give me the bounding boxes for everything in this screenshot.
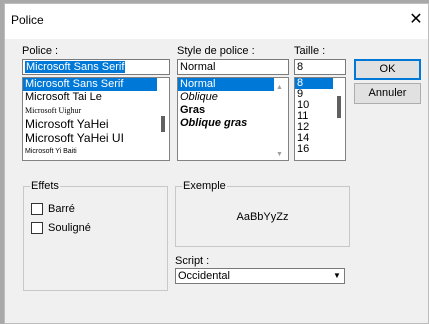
strikeout-checkbox[interactable] <box>31 203 43 215</box>
script-select[interactable]: Occidental ▼ <box>175 268 345 284</box>
style-input[interactable]: Normal <box>177 59 289 75</box>
scroll-down-icon[interactable]: ▼ <box>276 151 283 158</box>
style-list[interactable]: Normal Oblique Gras Oblique gras ▲ ▼ <box>177 77 289 161</box>
style-list-item-oblique-gras[interactable]: Oblique gras <box>178 117 288 130</box>
strikeout-option[interactable]: Barré <box>31 203 151 216</box>
font-dialog: Police ✕ Police : Microsoft Sans Serif M… <box>4 3 429 324</box>
font-list-item-microsoft-yi-baiti[interactable]: Microsoft Yi Baiti <box>23 145 169 158</box>
font-input-text: Microsoft Sans Serif <box>25 61 126 73</box>
style-list-item-oblique[interactable]: Oblique <box>178 91 288 104</box>
font-list-scroll-thumb[interactable] <box>161 116 165 132</box>
style-list-scrollbar[interactable]: ▲ ▼ <box>274 78 288 160</box>
script-label: Script : <box>175 255 210 267</box>
font-list-scrollbar[interactable] <box>157 78 169 160</box>
script-select-value: Occidental <box>178 270 230 282</box>
sample-group: Exemple AaBbYyZz <box>175 180 350 247</box>
underline-label: Souligné <box>48 222 91 234</box>
strikeout-label: Barré <box>48 203 75 215</box>
scroll-up-icon[interactable]: ▲ <box>276 84 283 91</box>
chevron-down-icon[interactable]: ▼ <box>331 270 343 282</box>
sample-text: AaBbYyZz <box>236 211 289 223</box>
close-button[interactable]: ✕ <box>408 11 424 29</box>
size-list-scrollbar[interactable] <box>333 78 345 160</box>
style-list-item-gras[interactable]: Gras <box>178 104 288 117</box>
style-label: Style de police : <box>177 45 255 57</box>
title-bar: Police ✕ <box>5 4 428 39</box>
size-list-scroll-thumb[interactable] <box>337 96 341 118</box>
font-input[interactable]: Microsoft Sans Serif <box>22 59 170 75</box>
font-list-item-microsoft-tai-le[interactable]: Microsoft Tai Le <box>23 91 169 104</box>
effects-group: Effets Barré Souligné <box>23 180 168 291</box>
font-list-item-microsoft-yahei-ui[interactable]: Microsoft YaHei UI <box>23 131 169 145</box>
size-label: Taille : <box>294 45 326 57</box>
font-list[interactable]: Microsoft Sans Serif Microsoft Tai Le Mi… <box>22 77 170 161</box>
size-input[interactable]: 8 <box>294 59 346 75</box>
font-list-item-microsoft-sans-serif[interactable]: Microsoft Sans Serif <box>23 78 169 91</box>
window-title: Police <box>11 13 44 27</box>
size-list[interactable]: 8 9 10 11 12 14 16 <box>294 77 346 161</box>
cancel-button[interactable]: Annuler <box>354 83 421 104</box>
style-list-item-normal[interactable]: Normal <box>178 78 288 91</box>
underline-checkbox[interactable] <box>31 222 43 234</box>
effects-title: Effets <box>30 180 60 192</box>
font-label: Police : <box>22 45 59 57</box>
ok-button[interactable]: OK <box>354 59 421 80</box>
font-list-item-microsoft-yahei[interactable]: Microsoft YaHei <box>23 117 169 131</box>
sample-title: Exemple <box>182 180 227 192</box>
font-list-item-microsoft-uighur[interactable]: Microsoft Uighur <box>23 104 169 117</box>
underline-option[interactable]: Souligné <box>31 222 151 235</box>
